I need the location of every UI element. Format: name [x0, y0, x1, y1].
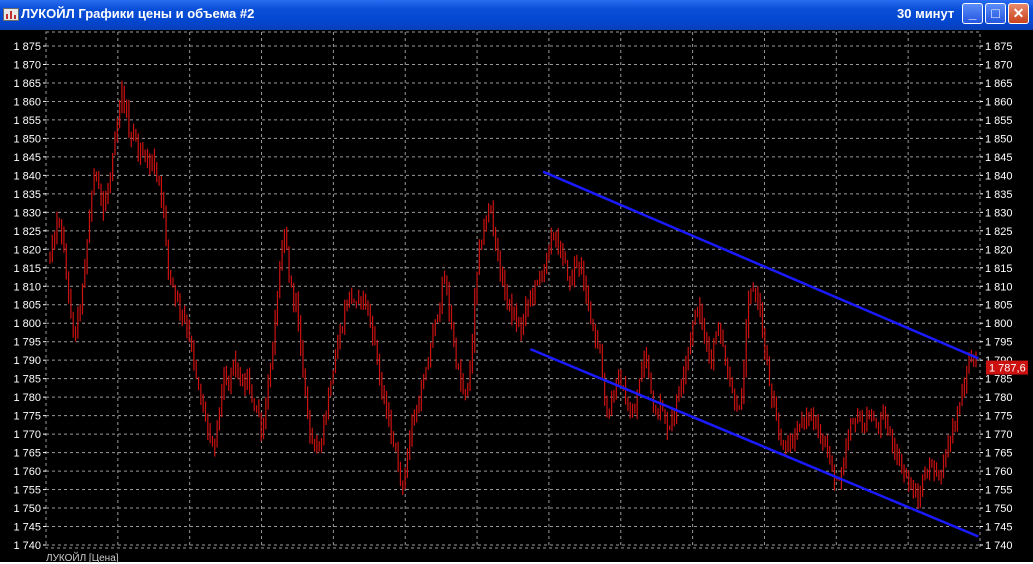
left-tick-label: 1 820 — [13, 244, 41, 256]
right-tick-label: 1 835 — [985, 189, 1013, 201]
right-tick-label: 1 830 — [985, 207, 1013, 219]
last-price-marker: 1 787,6 — [986, 360, 1028, 375]
left-tick-label: 1 865 — [13, 78, 41, 90]
minimize-button[interactable]: _ — [962, 3, 983, 24]
right-tick-label: 1 760 — [985, 466, 1013, 478]
price-chart[interactable]: 1 740 1 745 1 750 1 755 1 760 1 765 1 770 1 775… — [0, 30, 1033, 562]
right-tick-label: 1 825 — [985, 226, 1013, 238]
right-tick-label: 1 800 — [985, 318, 1013, 330]
price-chart-area[interactable]: 1 740 1 745 1 750 1 755 1 760 1 765 1 770 1 775… — [0, 30, 1033, 562]
right-tick-label: 1 775 — [985, 411, 1013, 423]
left-tick-label: 1 760 — [13, 466, 41, 478]
window-title: ЛУКОЙЛ Графики цены и объема #2 — [21, 6, 255, 21]
left-tick-label: 1 815 — [13, 263, 41, 275]
chart-app-icon — [3, 8, 19, 21]
right-tick-label: 1 815 — [985, 263, 1013, 275]
left-tick-label: 1 750 — [13, 503, 41, 515]
left-tick-label: 1 845 — [13, 152, 41, 164]
left-tick-label: 1 740 — [13, 540, 41, 552]
maximize-button[interactable]: □ — [985, 3, 1006, 24]
left-tick-label: 1 850 — [13, 133, 41, 145]
right-tick-label: 1 780 — [985, 392, 1013, 404]
right-tick-label: 1 785 — [985, 374, 1013, 386]
left-tick-label: 1 825 — [13, 226, 41, 238]
left-tick-label: 1 860 — [13, 96, 41, 108]
right-tick-label: 1 855 — [985, 115, 1013, 127]
left-tick-label: 1 875 — [13, 41, 41, 53]
close-icon: ✕ — [1012, 5, 1025, 21]
left-tick-label: 1 745 — [13, 522, 41, 534]
right-tick-label: 1 875 — [985, 41, 1013, 53]
left-tick-label: 1 835 — [13, 189, 41, 201]
right-tick-label: 1 840 — [985, 170, 1013, 182]
series-label: ЛУКОЙЛ [Цена] — [46, 553, 119, 564]
right-tick-label: 1 870 — [985, 59, 1013, 71]
left-price-axis: 1 740 1 745 1 750 1 755 1 760 1 765 1 770 1 775… — [13, 41, 46, 552]
right-tick-label: 1 865 — [985, 78, 1013, 90]
channel-line[interactable] — [542, 170, 979, 360]
right-tick-label: 1 745 — [985, 522, 1013, 534]
right-tick-label: 1 845 — [985, 152, 1013, 164]
left-tick-label: 1 855 — [13, 115, 41, 127]
interval-label: 30 минут — [897, 6, 955, 21]
gridlines — [46, 32, 980, 548]
right-tick-label: 1 750 — [985, 503, 1013, 515]
right-tick-label: 1 860 — [985, 96, 1013, 108]
left-tick-label: 1 800 — [13, 318, 41, 330]
right-tick-label: 1 795 — [985, 337, 1013, 349]
right-tick-label: 1 850 — [985, 133, 1013, 145]
left-tick-label: 1 770 — [13, 429, 41, 441]
left-tick-label: 1 805 — [13, 300, 41, 312]
window-titlebar[interactable]: ЛУКОЙЛ Графики цены и объема #2 30 минут… — [0, 0, 1033, 30]
left-tick-label: 1 780 — [13, 392, 41, 404]
price-series — [49, 80, 977, 510]
right-tick-label: 1 765 — [985, 448, 1013, 460]
maximize-icon: □ — [991, 5, 1000, 21]
left-tick-label: 1 790 — [13, 355, 41, 367]
left-tick-label: 1 785 — [13, 374, 41, 386]
left-tick-label: 1 870 — [13, 59, 41, 71]
last-price-value: 1 787,6 — [989, 363, 1026, 375]
right-tick-label: 1 810 — [985, 281, 1013, 293]
right-price-axis: 1 740 1 745 1 750 1 755 1 760 1 765 1 770 1 775… — [980, 41, 1013, 552]
left-tick-label: 1 755 — [13, 485, 41, 497]
left-tick-label: 1 795 — [13, 337, 41, 349]
right-tick-label: 1 805 — [985, 300, 1013, 312]
left-tick-label: 1 840 — [13, 170, 41, 182]
left-tick-label: 1 830 — [13, 207, 41, 219]
minimize-icon: _ — [968, 5, 977, 21]
close-button[interactable]: ✕ — [1008, 3, 1029, 24]
right-tick-label: 1 770 — [985, 429, 1013, 441]
left-tick-label: 1 765 — [13, 448, 41, 460]
right-tick-label: 1 755 — [985, 485, 1013, 497]
left-tick-label: 1 810 — [13, 281, 41, 293]
right-tick-label: 1 740 — [985, 540, 1013, 552]
right-tick-label: 1 820 — [985, 244, 1013, 256]
left-tick-label: 1 775 — [13, 411, 41, 423]
